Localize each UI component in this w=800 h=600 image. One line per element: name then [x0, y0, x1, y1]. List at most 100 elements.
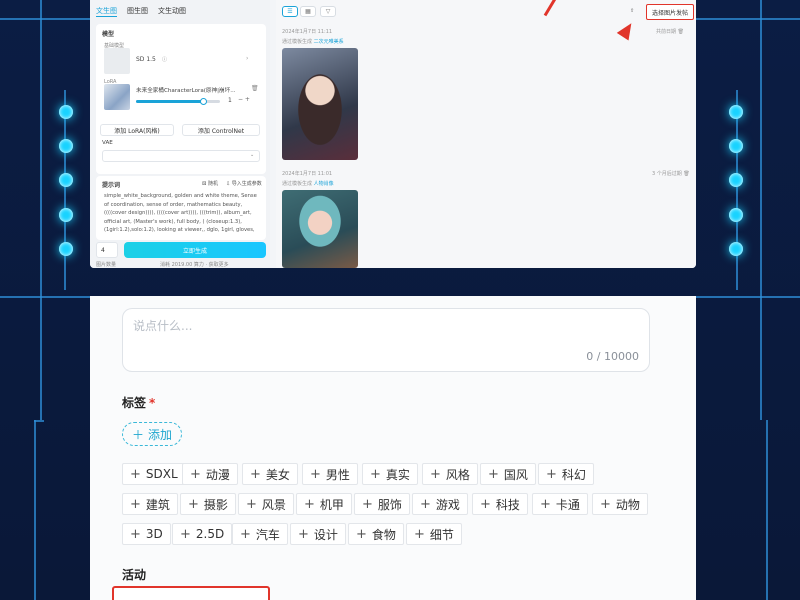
- template-link[interactable]: 二次元唯美系: [314, 39, 344, 45]
- tag-chip-anime[interactable]: + 动漫: [182, 463, 238, 485]
- tag-chip-clothing[interactable]: + 服饰: [354, 493, 410, 515]
- activity-heading: 活动: [122, 568, 147, 582]
- char-counter: 0 / 10000: [586, 350, 639, 363]
- tag-chip-architecture[interactable]: + 建筑: [122, 493, 178, 515]
- tag-chip-animal[interactable]: + 动物: [592, 493, 648, 515]
- circuit-line: [696, 296, 800, 298]
- grid-view-button[interactable]: ▦: [300, 6, 316, 17]
- tag-chip-photography[interactable]: + 摄影: [180, 493, 236, 515]
- tag-chip-realistic[interactable]: + 真实: [362, 463, 418, 485]
- weight-stepper[interactable]: − +: [238, 96, 250, 103]
- list-view-button[interactable]: ☰: [282, 6, 298, 17]
- prompt-text[interactable]: simple_white_background, golden and whit…: [104, 192, 264, 235]
- tab-text-to-gif[interactable]: 文生动图: [158, 6, 186, 17]
- share-icon[interactable]: ⇧: [630, 8, 634, 14]
- glow-dot: [59, 105, 73, 119]
- prompt-card: 提示词 ⚄ 随机 ⇩ 导入生成参数 simple_white_backgroun…: [96, 176, 266, 240]
- cost-note: 消耗 2019.00 算力 · 获取更多: [160, 262, 229, 268]
- plus-icon: +: [480, 496, 491, 512]
- tab-image-to-image[interactable]: 图生图: [127, 6, 148, 17]
- info-icon: ⓘ: [162, 57, 168, 63]
- tag-chip-food[interactable]: + 食物: [348, 523, 404, 545]
- chevron-right-icon[interactable]: ›: [246, 55, 248, 62]
- circuit-line: [64, 90, 66, 290]
- add-controlnet-button[interactable]: 添加 ControlNet: [182, 124, 260, 136]
- glow-dot: [729, 139, 743, 153]
- tag-chip-2-5d[interactable]: +2.5D: [172, 523, 233, 545]
- circuit-line: [766, 420, 768, 600]
- circuit-line: [34, 420, 44, 422]
- tag-chip-sdxl[interactable]: + SDXL: [122, 463, 186, 485]
- plus-icon: +: [180, 526, 191, 542]
- base-model-thumbnail[interactable]: [104, 48, 130, 74]
- plus-icon: +: [546, 466, 557, 482]
- select-image-post-button[interactable]: 选择图片发帖: [646, 4, 694, 20]
- slider-handle[interactable]: [199, 98, 207, 105]
- prompt-line: (1girl:1.2),solo:1.2), looking at viewer…: [104, 227, 255, 234]
- plus-icon: +: [310, 466, 321, 482]
- generate-button[interactable]: 立即生成: [124, 242, 266, 258]
- prompt-label: 提示词: [102, 182, 121, 189]
- generated-image[interactable]: [282, 190, 358, 268]
- image-count-select[interactable]: 4: [96, 242, 118, 258]
- trash-icon[interactable]: 🗑: [251, 85, 259, 92]
- expiry-note: 共前日期 🗑: [656, 29, 684, 35]
- tag-chip-car[interactable]: + 汽车: [232, 523, 288, 545]
- add-tag-button[interactable]: ＋添加: [122, 422, 182, 446]
- glow-dot: [729, 105, 743, 119]
- tag-chip-detail[interactable]: + 细节: [406, 523, 462, 545]
- results-area: ☰ ▦ ▽ ⇧ 共前日期 🗑 2024年1月7日 11:11 通过模板生成 二次…: [276, 0, 696, 268]
- glow-dot: [729, 242, 743, 256]
- glow-dot: [59, 208, 73, 222]
- tag-chip-cartoon[interactable]: + 卡通: [532, 493, 588, 515]
- plus-icon: +: [130, 496, 141, 512]
- generator-screenshot: 文生图 图生图 文生动图 模型 基础模型 SD 1.5 ⓘ › LoRA 未来全…: [90, 0, 696, 268]
- post-form: 说点什么... 0 / 10000 标签 * ＋添加 + SDXL + 动漫 + 美女 …: [90, 296, 696, 600]
- tag-chip-design[interactable]: + 设计: [290, 523, 346, 545]
- import-params-button[interactable]: ⇩ 导入生成参数: [226, 180, 262, 187]
- tag-chip-style[interactable]: + 风格: [422, 463, 478, 485]
- tag-chip-scifi[interactable]: + 科幻: [538, 463, 594, 485]
- tag-chip-3d[interactable]: +3D: [122, 523, 171, 545]
- textarea-placeholder: 说点什么...: [133, 319, 193, 333]
- tag-chip-game[interactable]: + 游戏: [412, 493, 468, 515]
- plus-icon: +: [304, 496, 315, 512]
- add-lora-button[interactable]: 添加 LoRA(风格): [100, 124, 174, 136]
- plus-icon: +: [356, 526, 367, 542]
- tag-chip-male[interactable]: + 男性: [302, 463, 358, 485]
- filter-button[interactable]: ▽: [320, 6, 336, 17]
- mode-tabs: 文生图 图生图 文生动图: [96, 6, 186, 17]
- model-section-title: 模型: [102, 31, 115, 38]
- lora-name: 未来全家桶CharacterLora(原神|崩坏...: [136, 88, 236, 94]
- tag-chip-scenery[interactable]: + 风景: [238, 493, 294, 515]
- tab-text-to-image[interactable]: 文生图: [96, 6, 117, 17]
- lora-weight-value[interactable]: 1: [228, 97, 232, 104]
- glow-dot: [729, 173, 743, 187]
- circuit-line: [736, 90, 738, 290]
- plus-icon: ＋: [131, 427, 144, 442]
- tag-chip-chinese-style[interactable]: + 国风: [480, 463, 536, 485]
- tag-chip-beauty[interactable]: + 美女: [242, 463, 298, 485]
- glow-dot: [59, 173, 73, 187]
- post-content-textarea[interactable]: 说点什么... 0 / 10000: [122, 308, 650, 372]
- generated-image[interactable]: [282, 48, 358, 160]
- lora-thumbnail: [104, 84, 130, 110]
- plus-icon: +: [600, 496, 611, 512]
- generator-sidebar: 文生图 图生图 文生动图 模型 基础模型 SD 1.5 ⓘ › LoRA 未来全…: [90, 0, 270, 268]
- vae-select[interactable]: [102, 150, 260, 162]
- glow-dot: [59, 242, 73, 256]
- lora-weight-slider[interactable]: [136, 98, 220, 105]
- tag-chip-tech[interactable]: + 科技: [472, 493, 528, 515]
- circuit-line: [0, 18, 90, 20]
- circuit-line: [40, 0, 42, 420]
- template-link[interactable]: 人物肖像: [314, 181, 334, 187]
- random-button[interactable]: ⚄ 随机: [202, 180, 218, 187]
- plus-icon: +: [362, 496, 373, 512]
- activity-select[interactable]: [112, 586, 270, 600]
- tag-chip-mecha[interactable]: + 机甲: [296, 493, 352, 515]
- result-time-2: 2024年1月7日 11:01: [282, 171, 333, 177]
- plus-icon: +: [188, 496, 199, 512]
- plus-icon: +: [298, 526, 309, 542]
- circuit-line: [696, 18, 800, 20]
- expiry-note: 3 个月后过期 🗑: [652, 171, 690, 177]
